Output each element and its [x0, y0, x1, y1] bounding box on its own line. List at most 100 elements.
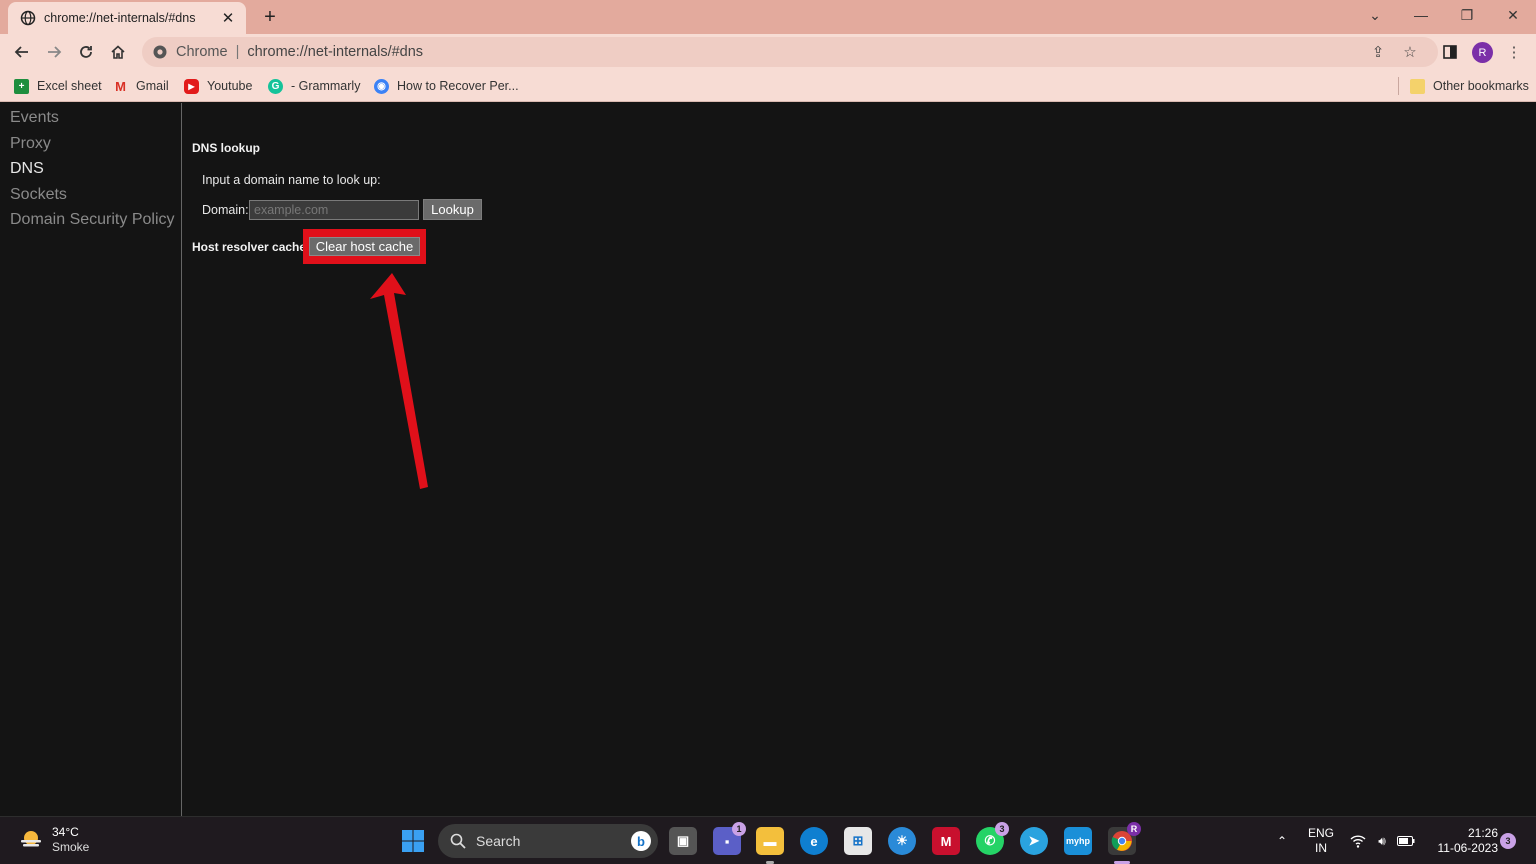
- windows-icon: [402, 830, 424, 852]
- teams-icon[interactable]: ▪ 1: [713, 822, 746, 855]
- bookmarks-divider: [1398, 77, 1399, 95]
- gmail-icon: M: [115, 78, 126, 94]
- address-bar[interactable]: Chrome | chrome://net-internals/#dns: [142, 37, 1438, 67]
- restore-button[interactable]: ❐: [1444, 0, 1490, 30]
- close-tab-icon[interactable]: ✕: [220, 10, 236, 27]
- haze-icon: [21, 831, 41, 847]
- bookmark-recover[interactable]: ◉ How to Recover Per...: [374, 77, 519, 95]
- chrome-profile-badge: R: [1127, 822, 1141, 836]
- weather-widget[interactable]: 34°C Smoke: [18, 825, 89, 855]
- language-code: ENG: [1307, 826, 1334, 840]
- bookmark-label: Youtube: [207, 79, 253, 93]
- side-panel-icon[interactable]: [1440, 42, 1460, 62]
- domain-input[interactable]: [249, 200, 419, 220]
- tab-search-icon[interactable]: ⌄: [1352, 0, 1398, 30]
- sidebar-item-events[interactable]: Events: [10, 109, 59, 127]
- clock-time: 21:26: [1467, 826, 1498, 840]
- new-tab-button[interactable]: +: [258, 6, 282, 28]
- bookmark-excel[interactable]: + Excel sheet: [14, 77, 102, 95]
- svg-text:b: b: [637, 834, 645, 849]
- mcafee-icon[interactable]: M: [932, 827, 960, 855]
- bookmark-label: How to Recover Per...: [397, 79, 519, 93]
- whatsapp-icon[interactable]: ✆ 3: [976, 822, 1009, 855]
- profile-avatar[interactable]: R: [1472, 42, 1493, 63]
- net-internals-sidebar: Events Proxy DNS Sockets Domain Security…: [0, 103, 182, 816]
- annotation-arrow: [370, 273, 428, 489]
- excel-icon: +: [14, 78, 29, 94]
- weather-condition: Smoke: [52, 840, 90, 854]
- battery-icon[interactable]: [1396, 817, 1416, 864]
- dns-lookup-heading: DNS lookup: [192, 141, 260, 155]
- system-clock[interactable]: 21:26 11-06-2023: [1424, 826, 1499, 856]
- notification-count-badge[interactable]: 3: [1500, 833, 1516, 849]
- host-resolver-cache-label: Host resolver cache: [192, 240, 307, 254]
- bookmark-star-icon[interactable]: ☆: [1400, 42, 1420, 62]
- home-icon: [111, 45, 125, 59]
- teams-badge: 1: [732, 822, 746, 836]
- tab-title: chrome://net-internals/#dns: [44, 11, 196, 25]
- domain-label: Domain:: [202, 203, 249, 217]
- telegram-icon[interactable]: ➤: [1020, 827, 1048, 855]
- home-button[interactable]: [104, 38, 132, 66]
- minimize-button[interactable]: —: [1398, 0, 1444, 30]
- bookmark-label: Excel sheet: [37, 79, 102, 93]
- language-region: IN: [1315, 841, 1327, 855]
- show-hidden-icons-chevron-icon[interactable]: ⌃: [1272, 817, 1292, 864]
- volume-icon[interactable]: 🔊︎: [1372, 817, 1392, 864]
- clear-host-cache-button[interactable]: Clear host cache: [309, 237, 420, 256]
- omnibox-separator: |: [235, 44, 240, 60]
- reload-icon: [80, 46, 92, 58]
- bookmark-label: Gmail: [136, 79, 169, 93]
- language-indicator[interactable]: ENG IN: [1304, 826, 1338, 856]
- search-label: Search: [476, 833, 521, 849]
- arrow-left-icon: [14, 46, 28, 58]
- lookup-button[interactable]: Lookup: [423, 199, 482, 220]
- bookmark-label: - Grammarly: [291, 79, 361, 93]
- omnibox-url: chrome://net-internals/#dns: [247, 44, 424, 60]
- share-icon[interactable]: ⇪: [1368, 42, 1388, 62]
- menu-icon[interactable]: ⋮: [1504, 42, 1524, 62]
- close-window-button[interactable]: ✕: [1490, 0, 1536, 30]
- clock-date: 11-06-2023: [1437, 841, 1499, 855]
- bookmark-grammarly[interactable]: G - Grammarly: [268, 77, 360, 95]
- store-icon[interactable]: ⊞: [844, 827, 872, 855]
- start-button[interactable]: [399, 827, 427, 855]
- omnibox-site-label: Chrome: [176, 44, 228, 60]
- globe-icon: [20, 10, 36, 26]
- youtube-icon: ▶: [184, 78, 199, 94]
- bookmark-gmail[interactable]: M Gmail: [113, 77, 169, 95]
- taskbar-search[interactable]: Search b: [438, 824, 658, 858]
- chrome-site-icon: [153, 45, 167, 59]
- taskbar: 34°C Smoke Search b ▣ ▪ 1 ▬ e ⊞ ☀ M ✆ 3 …: [0, 816, 1536, 864]
- screen: chrome://net-internals/#dns ✕ + ⌄ — ❐ ✕ …: [0, 0, 1536, 864]
- other-bookmarks[interactable]: Other bookmarks: [1410, 77, 1529, 95]
- wifi-icon[interactable]: [1348, 817, 1368, 864]
- file-explorer-icon[interactable]: ▬: [756, 827, 784, 855]
- dns-lookup-prompt: Input a domain name to look up:: [202, 173, 381, 187]
- sidebar-item-dns[interactable]: DNS: [10, 160, 44, 178]
- back-button[interactable]: [8, 38, 36, 66]
- weather-temp: 34°C: [52, 825, 79, 839]
- sidebar-item-proxy[interactable]: Proxy: [10, 135, 51, 153]
- tab-strip: chrome://net-internals/#dns ✕ + ⌄ — ❐ ✕: [0, 0, 1536, 34]
- task-view-icon[interactable]: ▣: [669, 827, 697, 855]
- forward-button[interactable]: [40, 38, 68, 66]
- bing-icon: b: [631, 831, 651, 851]
- bookmark-youtube[interactable]: ▶ Youtube: [184, 77, 252, 95]
- grammarly-icon: G: [268, 78, 283, 94]
- sidebar-item-domain-security-policy[interactable]: Domain Security Policy: [10, 211, 175, 229]
- active-tab[interactable]: chrome://net-internals/#dns ✕: [8, 2, 246, 34]
- bookmarks-bar: + Excel sheet M Gmail ▶ Youtube G - Gram…: [0, 70, 1536, 102]
- toolbar: Chrome | chrome://net-internals/#dns ⇪ ☆…: [0, 34, 1536, 70]
- weather-app-icon[interactable]: ☀: [888, 827, 916, 855]
- site-icon: ◉: [374, 78, 389, 94]
- sidebar-item-sockets[interactable]: Sockets: [10, 186, 67, 204]
- other-bookmarks-label: Other bookmarks: [1433, 79, 1529, 93]
- edge-icon[interactable]: e: [800, 827, 828, 855]
- whatsapp-badge: 3: [995, 822, 1009, 836]
- arrow-right-icon: [48, 46, 62, 58]
- chrome-taskbar-icon[interactable]: R: [1108, 822, 1141, 855]
- myhp-icon[interactable]: myhp: [1064, 827, 1092, 855]
- reload-button[interactable]: [72, 38, 100, 66]
- search-icon: [450, 833, 466, 849]
